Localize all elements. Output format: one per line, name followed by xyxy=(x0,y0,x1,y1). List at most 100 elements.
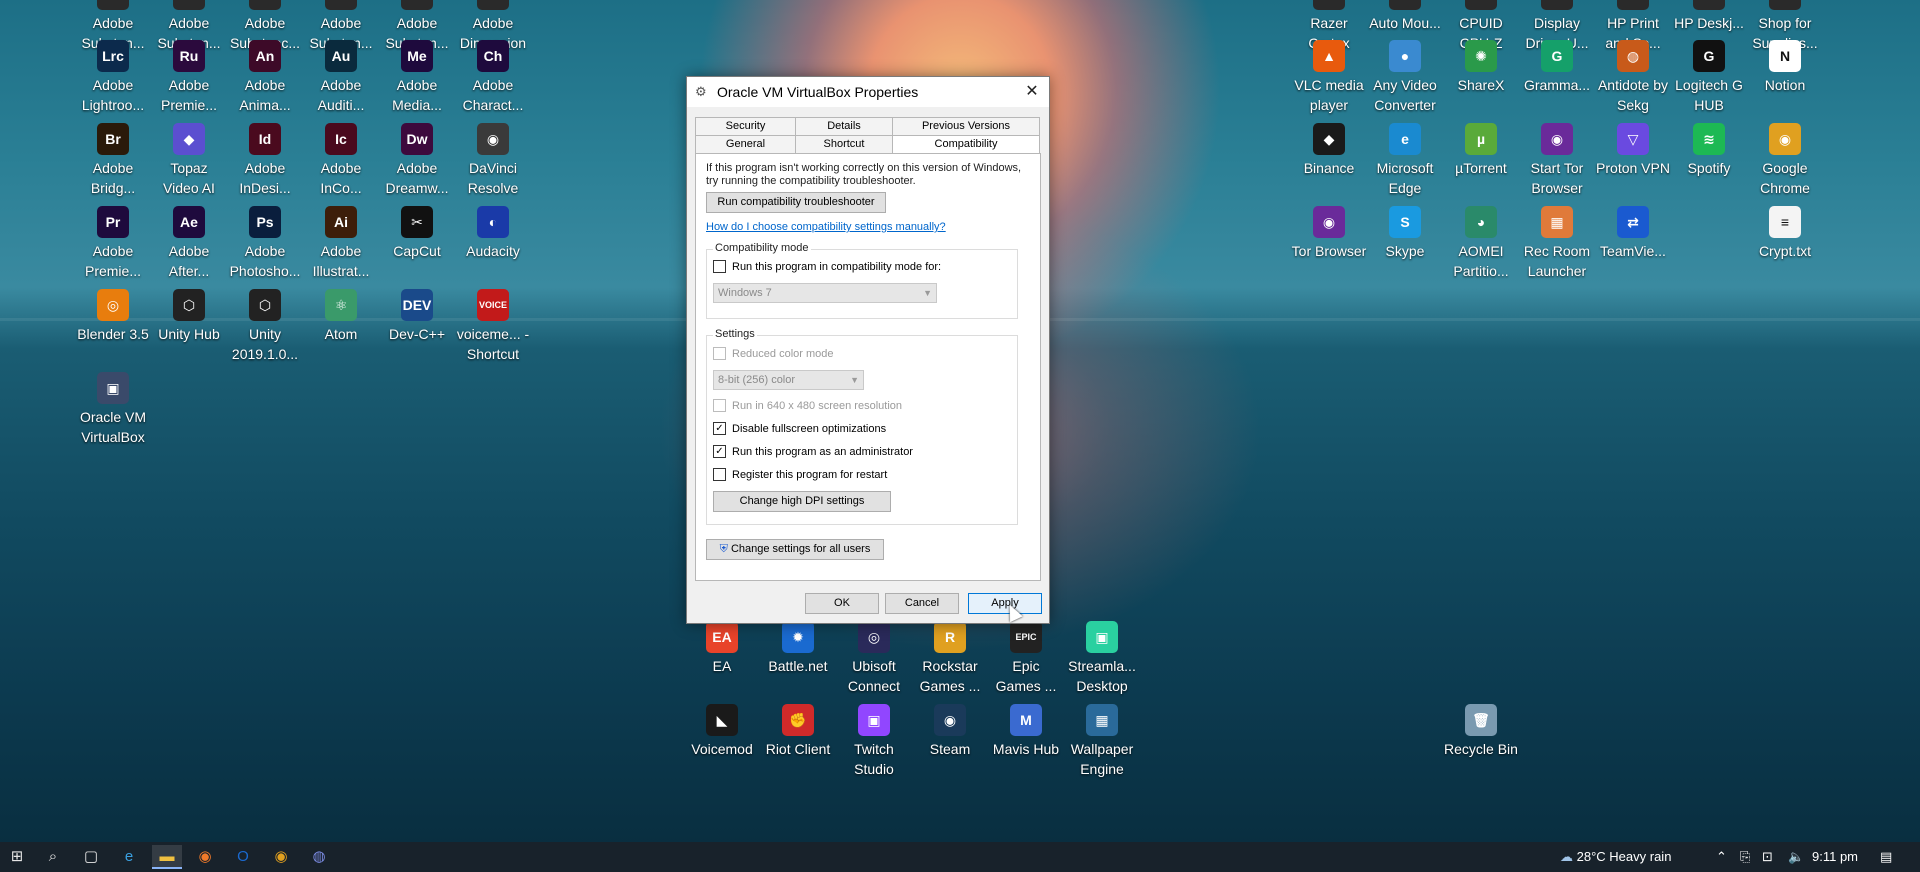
desktop-shortcut[interactable]: ▣ Oracle VM VirtualBox xyxy=(75,372,151,447)
desktop-shortcut[interactable]: N Notion xyxy=(1747,40,1823,95)
chevron-up-icon[interactable]: ⌃ xyxy=(1716,842,1727,872)
discord-icon[interactable]: ◍ xyxy=(304,845,334,869)
disable-fullscreen-row[interactable]: ✓ Disable fullscreen optimizations xyxy=(713,422,886,435)
desktop-shortcut[interactable]: ◕ AOMEI Partitio... xyxy=(1443,206,1519,281)
desktop-shortcut[interactable]: ≡ Crypt.txt xyxy=(1747,206,1823,261)
search-icon[interactable]: ⌕ xyxy=(38,845,68,869)
desktop-shortcut[interactable]: G Logitech G HUB xyxy=(1671,40,1747,115)
desktop-shortcut[interactable]: S Skype xyxy=(1367,206,1443,261)
register-restart-checkbox[interactable] xyxy=(713,468,726,481)
desktop-shortcut[interactable]: ▦ Wallpaper Engine xyxy=(1064,704,1140,779)
desktop-shortcut[interactable]: Ch Adobe Charact... xyxy=(455,40,531,115)
desktop-shortcut[interactable]: R Rockstar Games ... xyxy=(912,621,988,696)
desktop-shortcut[interactable]: ⬡ Unity Hub xyxy=(151,289,227,344)
desktop-shortcut[interactable]: ✂ CapCut xyxy=(379,206,455,261)
desktop-shortcut[interactable]: ◉ Steam xyxy=(912,704,988,759)
desktop-shortcut[interactable]: ◎ Blender 3.5 xyxy=(75,289,151,344)
network-icon[interactable]: ⊡ xyxy=(1762,842,1773,872)
change-dpi-button[interactable]: Change high DPI settings xyxy=(713,491,891,512)
compat-mode-checkbox-row[interactable]: Run this program in compatibility mode f… xyxy=(713,260,941,273)
desktop-shortcut[interactable]: e Microsoft Edge xyxy=(1367,123,1443,198)
desktop-shortcut[interactable]: ≋ Spotify xyxy=(1671,123,1747,178)
desktop-shortcut[interactable]: ◆ Binance xyxy=(1291,123,1367,178)
change-all-users-button[interactable]: ⛨ Change settings for all users xyxy=(706,539,884,560)
close-icon[interactable]: ✕ xyxy=(1021,81,1043,103)
desktop-shortcut[interactable]: Lrc Adobe Lightroo... xyxy=(75,40,151,115)
desktop-shortcut[interactable]: ⬡ Unity 2019.1.0... xyxy=(227,289,303,364)
notifications-icon[interactable]: ▤ xyxy=(1880,842,1892,872)
desktop-shortcut[interactable]: HP Deskj... xyxy=(1671,0,1747,33)
tab-previous-versions[interactable]: Previous Versions xyxy=(892,117,1040,136)
desktop-shortcut[interactable]: ▣ Streamla... Desktop xyxy=(1064,621,1140,696)
desktop-shortcut[interactable]: Ps Adobe Photosho... xyxy=(227,206,303,281)
desktop-shortcut[interactable]: ◉ Start Tor Browser xyxy=(1519,123,1595,198)
desktop-shortcut[interactable]: ◉ DaVinci Resolve xyxy=(455,123,531,198)
run-640-checkbox[interactable] xyxy=(713,399,726,412)
desktop-shortcut[interactable]: ◐ Audacity xyxy=(455,206,531,261)
task-view-icon[interactable]: ▢ xyxy=(76,845,106,869)
firefox-icon[interactable]: ◉ xyxy=(190,845,220,869)
desktop-shortcut[interactable]: ◣ Voicemod xyxy=(684,704,760,759)
run-640-row[interactable]: Run in 640 x 480 screen resolution xyxy=(713,399,902,412)
desktop-shortcut[interactable]: Pr Adobe Premie... xyxy=(75,206,151,281)
desktop-shortcut[interactable]: ▦ Rec Room Launcher xyxy=(1519,206,1595,281)
desktop-shortcut[interactable]: Br Adobe Bridg... xyxy=(75,123,151,198)
desktop-shortcut[interactable]: ◉ Google Chrome xyxy=(1747,123,1823,198)
desktop-shortcut[interactable]: Dw Adobe Dreamw... xyxy=(379,123,455,198)
desktop-shortcut[interactable]: ◉ Tor Browser xyxy=(1291,206,1367,261)
desktop-shortcut[interactable]: Au Adobe Auditi... xyxy=(303,40,379,115)
desktop-shortcut[interactable]: An Adobe Anima... xyxy=(227,40,303,115)
desktop-shortcut[interactable]: ✹ Battle.net xyxy=(760,621,836,676)
desktop-shortcut[interactable]: ✊ Riot Client xyxy=(760,704,836,759)
weather-widget[interactable]: ☁ 28°C Heavy rain xyxy=(1560,842,1671,872)
desktop-shortcut[interactable]: Ae Adobe After... xyxy=(151,206,227,281)
ok-button[interactable]: OK xyxy=(805,593,879,614)
desktop-shortcut[interactable]: Me Adobe Media... xyxy=(379,40,455,115)
tab-shortcut[interactable]: Shortcut xyxy=(795,135,893,154)
compat-mode-checkbox[interactable] xyxy=(713,260,726,273)
desktop-shortcut[interactable]: EPIC Epic Games ... xyxy=(988,621,1064,696)
desktop-shortcut[interactable]: Auto Mou... xyxy=(1367,0,1443,33)
disable-fullscreen-checkbox[interactable]: ✓ xyxy=(713,422,726,435)
outlook-icon[interactable]: O xyxy=(228,845,258,869)
desktop-shortcut[interactable]: ▣ Twitch Studio xyxy=(836,704,912,779)
run-admin-checkbox[interactable]: ✓ xyxy=(713,445,726,458)
compatibility-help-link[interactable]: How do I choose compatibility settings m… xyxy=(706,221,946,233)
register-restart-row[interactable]: Register this program for restart xyxy=(713,468,887,481)
chrome-icon[interactable]: ◉ xyxy=(266,845,296,869)
edge-icon[interactable]: e xyxy=(114,845,144,869)
desktop-shortcut[interactable]: EA EA xyxy=(684,621,760,676)
desktop-shortcut[interactable]: M Mavis Hub xyxy=(988,704,1064,759)
compat-os-select[interactable]: Windows 7 ▼ xyxy=(713,283,937,303)
reduced-color-row[interactable]: Reduced color mode xyxy=(713,347,834,360)
desktop-shortcut[interactable]: ◆ Topaz Video AI xyxy=(151,123,227,198)
desktop-shortcut[interactable]: ✺ ShareX xyxy=(1443,40,1519,95)
tab-details[interactable]: Details xyxy=(795,117,893,136)
desktop-shortcut[interactable]: ▲ VLC media player xyxy=(1291,40,1367,115)
desktop-shortcut[interactable]: µ µTorrent xyxy=(1443,123,1519,178)
desktop-shortcut[interactable]: Ru Adobe Premie... xyxy=(151,40,227,115)
desktop-shortcut[interactable]: ● Any Video Converter xyxy=(1367,40,1443,115)
desktop-shortcut[interactable]: Ai Adobe Illustrat... xyxy=(303,206,379,281)
desktop-shortcut[interactable]: VOICE voiceme... - Shortcut xyxy=(455,289,531,364)
tab-compatibility[interactable]: Compatibility xyxy=(892,135,1040,155)
clock-time[interactable]: 9:11 pm xyxy=(1812,842,1858,872)
windows-start-icon[interactable]: ⊞ xyxy=(2,845,32,869)
desktop-shortcut[interactable]: ◍ Antidote by Sekg xyxy=(1595,40,1671,115)
dialog-titlebar[interactable]: ⚙ Oracle VM VirtualBox Properties xyxy=(687,77,1049,107)
cancel-button[interactable]: Cancel xyxy=(885,593,959,614)
run-troubleshooter-button[interactable]: Run compatibility troubleshooter xyxy=(706,192,886,213)
desktop-shortcut[interactable]: G Gramma... xyxy=(1519,40,1595,95)
desktop-shortcut[interactable]: Ic Adobe InCo... xyxy=(303,123,379,198)
desktop-shortcut[interactable]: 🗑 Recycle Bin xyxy=(1443,704,1519,759)
desktop-shortcut[interactable]: ⚛ Atom xyxy=(303,289,379,344)
volume-icon[interactable]: 🔈 xyxy=(1788,842,1804,872)
desktop-shortcut[interactable]: ⇄ TeamVie... xyxy=(1595,206,1671,261)
color-depth-select[interactable]: 8-bit (256) color ▼ xyxy=(713,370,864,390)
file-explorer-icon[interactable]: ▬ xyxy=(152,845,182,869)
desktop-shortcut[interactable]: ◎ Ubisoft Connect xyxy=(836,621,912,696)
tab-security[interactable]: Security xyxy=(695,117,796,136)
tab-general[interactable]: General xyxy=(695,135,796,154)
run-admin-row[interactable]: ✓ Run this program as an administrator xyxy=(713,445,913,458)
reduced-color-checkbox[interactable] xyxy=(713,347,726,360)
